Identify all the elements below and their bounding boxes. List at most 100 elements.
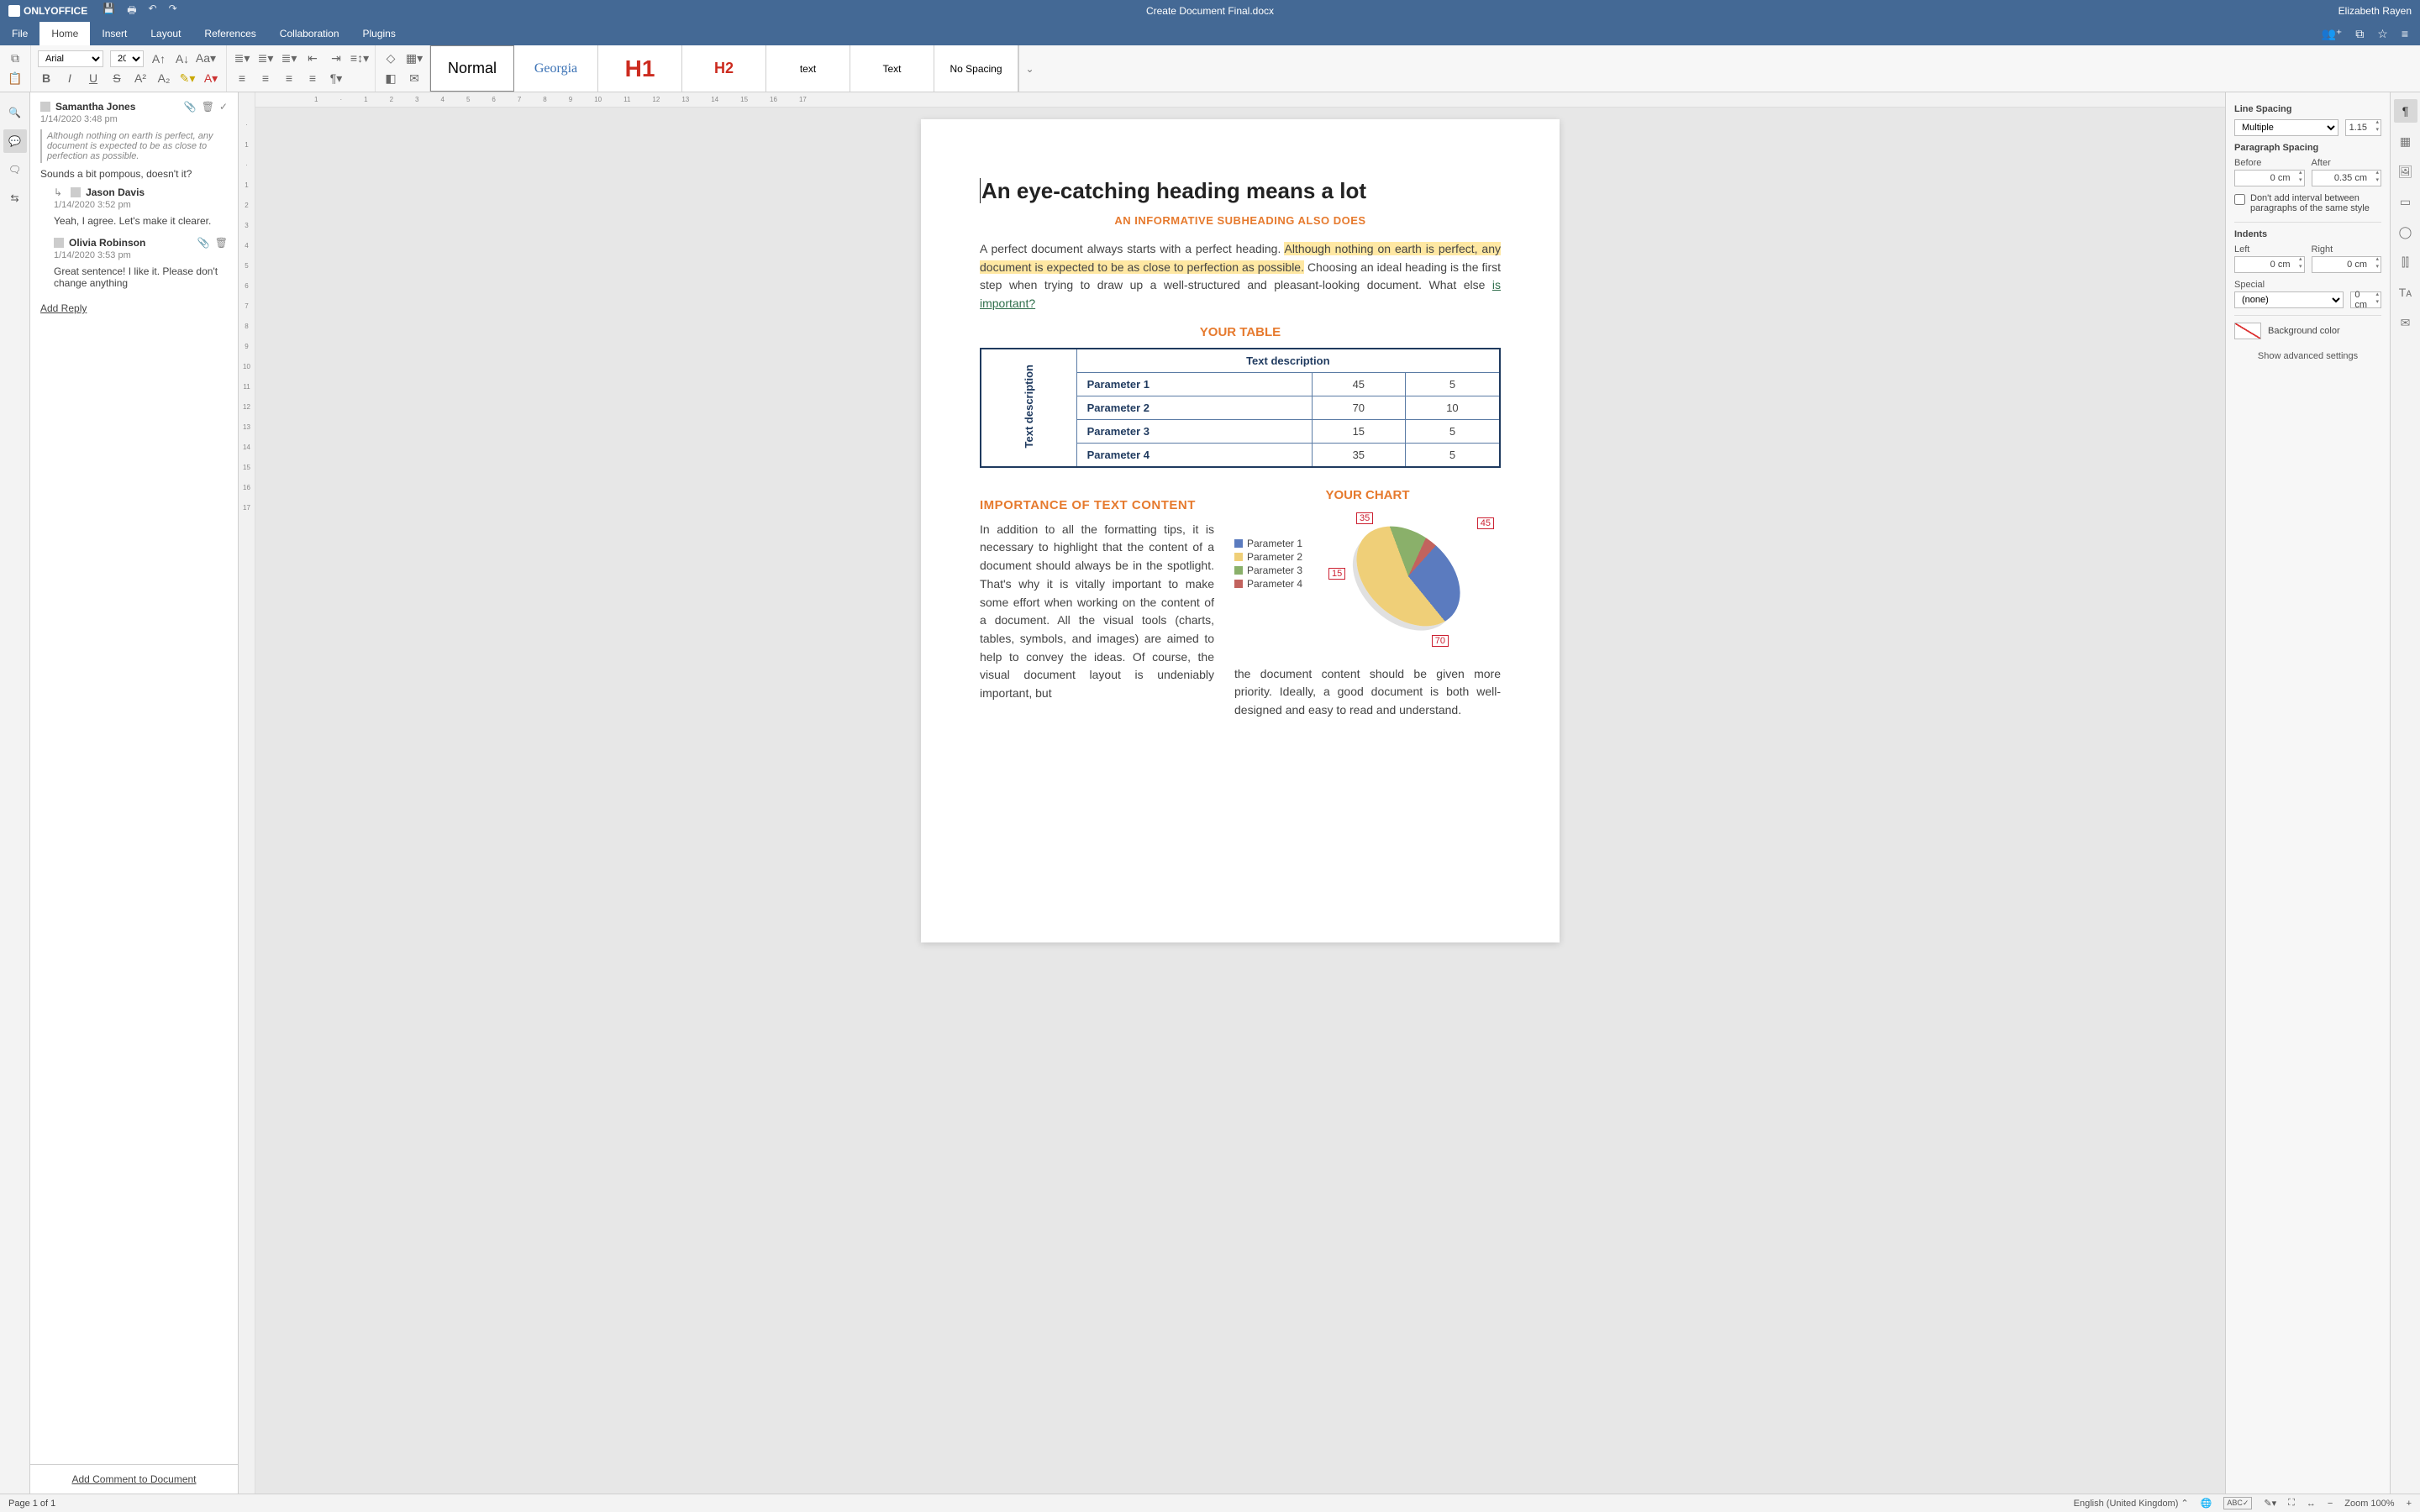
increase-indent-icon[interactable]: ⇥ — [328, 50, 345, 67]
doc-subheading[interactable]: AN INFORMATIVE SUBHEADING ALSO DOES — [980, 214, 1501, 227]
document-page[interactable]: An eye-catching heading means a lot AN I… — [921, 119, 1560, 942]
align-left-icon[interactable]: ≡ — [234, 70, 250, 87]
comment-resolve-icon[interactable]: ✓ — [219, 101, 228, 113]
textart-settings-icon[interactable]: Tᴀ — [2394, 281, 2417, 304]
language-selector[interactable]: English (United Kingdom) ⌃ — [2074, 1498, 2189, 1509]
feedback-icon[interactable]: ⇆ — [3, 186, 27, 210]
style-normal[interactable]: Normal — [430, 45, 514, 92]
italic-icon[interactable]: I — [61, 70, 78, 87]
add-reply-link[interactable]: Add Reply — [40, 302, 87, 314]
editor-scroll[interactable]: 1·1234567891011121314151617 An eye-catch… — [255, 92, 2225, 1494]
paste-icon[interactable]: 📋 — [7, 70, 24, 87]
bullets-icon[interactable]: ≣▾ — [234, 50, 250, 67]
tab-file[interactable]: File — [0, 22, 39, 45]
save-icon[interactable]: 💾 — [103, 3, 115, 20]
line-spacing-mode-select[interactable]: Multiple — [2234, 119, 2338, 136]
header-footer-icon[interactable]: ▭ — [2394, 190, 2417, 213]
font-name-select[interactable]: Arial — [38, 50, 103, 67]
line-spacing-icon[interactable]: ≡↕▾ — [351, 50, 368, 67]
nonprinting-icon[interactable]: ¶▾ — [328, 70, 345, 87]
line-spacing-value-input[interactable]: 1.15 — [2345, 119, 2381, 136]
paragraph-settings-icon[interactable]: ¶ — [2394, 99, 2417, 123]
bgcolor-swatch[interactable] — [2234, 323, 2261, 339]
style-text[interactable]: text — [766, 45, 850, 92]
data-table[interactable]: Text description Text description Parame… — [980, 348, 1501, 468]
spellcheck-icon[interactable]: ABC✓ — [2223, 1497, 2252, 1509]
current-user[interactable]: Elizabeth Rayen — [2338, 5, 2412, 17]
no-interval-checkbox[interactable] — [2234, 194, 2245, 205]
table-settings-icon[interactable]: ▦ — [2394, 129, 2417, 153]
fit-page-icon[interactable]: ⛶ — [2288, 1498, 2295, 1509]
importance-title[interactable]: IMPORTANCE OF TEXT CONTENT — [980, 498, 1214, 512]
page-info[interactable]: Page 1 of 1 — [8, 1499, 55, 1509]
zoom-level[interactable]: Zoom 100% — [2344, 1499, 2394, 1509]
undo-icon[interactable]: ↶ — [149, 3, 157, 20]
highlight-color-icon[interactable]: ✎▾ — [179, 70, 196, 87]
style-heading2[interactable]: H2 — [682, 45, 766, 92]
search-icon[interactable]: 🔍 — [3, 101, 27, 124]
set-language-icon[interactable]: 🌐 — [2201, 1498, 2212, 1509]
favorite-icon[interactable]: ☆ — [2377, 27, 2388, 41]
font-color-icon[interactable]: A▾ — [203, 70, 219, 87]
tab-plugins[interactable]: Plugins — [351, 22, 408, 45]
shape-settings-icon[interactable]: ◯ — [2394, 220, 2417, 244]
spacing-before-input[interactable]: 0 cm — [2234, 170, 2305, 186]
decrease-indent-icon[interactable]: ⇤ — [304, 50, 321, 67]
open-location-icon[interactable]: ⧉ — [2355, 27, 2364, 41]
special-value-input[interactable]: 0 cm — [2350, 291, 2381, 308]
track-changes-icon[interactable]: ✎▾ — [2264, 1498, 2276, 1509]
chart-settings-icon[interactable]: ⫿⫿ — [2394, 250, 2417, 274]
comment-delete-icon[interactable]: 🗑 — [202, 101, 214, 113]
style-georgia[interactable]: Georgia — [514, 45, 598, 92]
increase-font-icon[interactable]: A↑ — [150, 50, 167, 67]
print-icon[interactable]: 🖶 — [127, 3, 136, 20]
zoom-in-icon[interactable]: + — [2407, 1499, 2412, 1509]
horizontal-ruler[interactable]: 1·1234567891011121314151617 — [255, 92, 2225, 108]
reply-attach-icon[interactable]: 📎 — [197, 237, 210, 249]
tab-home[interactable]: Home — [39, 22, 90, 45]
comments-icon[interactable]: 💬 — [3, 129, 27, 153]
importance-paragraph-cont[interactable]: the document content should be given mor… — [1234, 665, 1501, 720]
spacing-after-input[interactable]: 0.35 cm — [2312, 170, 2382, 186]
show-advanced-link[interactable]: Show advanced settings — [2234, 351, 2381, 361]
doc-heading[interactable]: An eye-catching heading means a lot — [980, 178, 1501, 204]
importance-paragraph[interactable]: In addition to all the formatting tips, … — [980, 521, 1214, 703]
font-size-select[interactable]: 20 — [110, 50, 144, 67]
pie-chart[interactable]: Parameter 1 Parameter 2 Parameter 3 Para… — [1234, 509, 1501, 660]
doc-paragraph-1[interactable]: A perfect document always starts with a … — [980, 240, 1501, 313]
style-text2[interactable]: Text — [850, 45, 934, 92]
superscript-icon[interactable]: A² — [132, 70, 149, 87]
style-gallery-expand[interactable]: ⌄ — [1018, 45, 1040, 92]
indent-left-input[interactable]: 0 cm — [2234, 256, 2305, 273]
mailmerge-settings-icon[interactable]: ✉ — [2394, 311, 2417, 334]
style-nospacing[interactable]: No Spacing — [934, 45, 1018, 92]
bold-icon[interactable]: B — [38, 70, 55, 87]
subscript-icon[interactable]: A₂ — [155, 70, 172, 87]
tab-references[interactable]: References — [192, 22, 267, 45]
clear-style-icon[interactable]: ◇ — [382, 50, 399, 67]
numbering-icon[interactable]: ≣▾ — [257, 50, 274, 67]
style-heading1[interactable]: H1 — [598, 45, 682, 92]
tab-insert[interactable]: Insert — [90, 22, 139, 45]
comment-attach-icon[interactable]: 📎 — [184, 101, 197, 113]
mailmerge-icon[interactable]: ✉ — [406, 70, 423, 87]
change-case-icon[interactable]: Aa▾ — [197, 50, 214, 67]
fit-width-icon[interactable]: ↔ — [2307, 1499, 2316, 1509]
insert-shape-icon[interactable]: ◧ — [382, 70, 399, 87]
image-settings-icon[interactable]: 🖼 — [2394, 160, 2417, 183]
reply-delete-icon[interactable]: 🗑 — [215, 237, 228, 249]
add-comment-link[interactable]: Add Comment to Document — [71, 1473, 196, 1485]
strikethrough-icon[interactable]: S — [108, 70, 125, 87]
indent-right-input[interactable]: 0 cm — [2312, 256, 2382, 273]
zoom-out-icon[interactable]: − — [2328, 1499, 2333, 1509]
share-icon[interactable]: 👥⁺ — [2321, 27, 2342, 41]
comments-scroll[interactable]: Samantha Jones 📎 🗑 ✓ 1/14/2020 3:48 pm A… — [30, 92, 238, 1464]
tab-layout[interactable]: Layout — [139, 22, 192, 45]
chat-icon[interactable]: 🗨 — [3, 158, 27, 181]
underline-icon[interactable]: U — [85, 70, 102, 87]
shading-icon[interactable]: ▦▾ — [406, 50, 423, 67]
more-menu-icon[interactable]: ≡ — [2402, 27, 2408, 40]
table-title[interactable]: YOUR TABLE — [980, 325, 1501, 339]
align-right-icon[interactable]: ≡ — [281, 70, 297, 87]
vertical-ruler[interactable]: ·1·1234567891011121314151617 — [239, 92, 255, 1494]
